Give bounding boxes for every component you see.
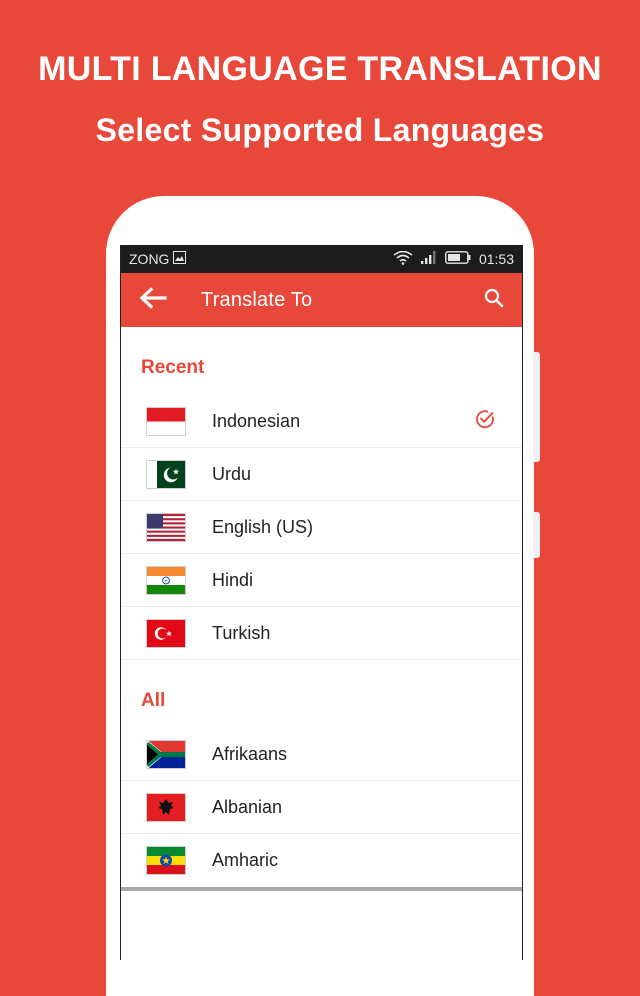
- language-name: Afrikaans: [212, 743, 288, 764]
- list-item-afrikaans[interactable]: Afrikaans: [121, 728, 522, 781]
- search-button[interactable]: [466, 288, 522, 313]
- list-item-english-us[interactable]: English (US): [121, 501, 522, 554]
- list-item-albanian[interactable]: Albanian: [121, 781, 522, 834]
- search-icon: [484, 288, 504, 313]
- phone-side-button: [533, 352, 540, 462]
- back-button[interactable]: [121, 286, 185, 314]
- language-name: English (US): [212, 516, 314, 537]
- flag-pakistan-icon: [147, 460, 185, 488]
- flag-usa-icon: [147, 513, 185, 541]
- signal-icon: [420, 251, 437, 267]
- carrier-label: ZONG: [129, 251, 170, 267]
- phone-side-button: [533, 512, 540, 558]
- language-name: Albanian: [212, 796, 283, 817]
- check-circle-icon: [475, 409, 495, 434]
- language-name: Urdu: [212, 463, 252, 484]
- flag-india-icon: [147, 566, 185, 594]
- language-name: Hindi: [212, 569, 254, 590]
- list-item-turkish[interactable]: Turkish: [121, 607, 522, 660]
- gallery-notification-icon: [173, 251, 187, 267]
- status-bar: ZONG 01:53: [121, 245, 522, 273]
- arrow-left-icon: [139, 286, 167, 314]
- battery-icon: [445, 251, 471, 267]
- flag-albania-icon: [147, 793, 185, 821]
- section-header-all: All: [141, 690, 166, 711]
- language-name: Indonesian: [212, 410, 301, 431]
- language-name: Amharic: [212, 850, 279, 870]
- list-item-amharic[interactable]: Amharic: [121, 834, 522, 887]
- page-title: Translate To: [201, 288, 313, 311]
- flag-ethiopia-icon: [147, 847, 185, 874]
- list-item-indonesian[interactable]: Indonesian: [121, 395, 522, 448]
- list-item-urdu[interactable]: Urdu: [121, 448, 522, 501]
- promo-subheadline: Select Supported Languages: [95, 112, 545, 148]
- wifi-icon: [393, 250, 413, 268]
- phone-screen: ZONG 01:53 Translate To Recent Indonesia…: [120, 245, 523, 960]
- list-item-hindi[interactable]: Hindi: [121, 554, 522, 607]
- app-bar: Translate To: [121, 273, 522, 327]
- section-header-recent: Recent: [141, 357, 205, 378]
- language-name: Turkish: [212, 622, 271, 643]
- list-bottom-divider: [121, 887, 522, 891]
- flag-turkey-icon: [147, 619, 185, 647]
- promo-headline: MULTI LANGUAGE TRANSLATION: [38, 50, 602, 88]
- flag-indonesia-icon: [147, 407, 185, 435]
- clock: 01:53: [478, 251, 514, 267]
- flag-south-africa-icon: [147, 740, 185, 768]
